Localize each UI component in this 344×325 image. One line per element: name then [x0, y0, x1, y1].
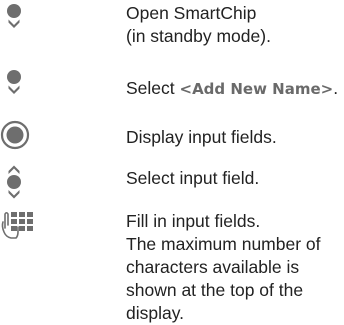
step-text-line: (in standby mode). — [126, 26, 271, 46]
centre-select-button-icon — [0, 118, 40, 152]
navigation-key-down-icon — [0, 66, 40, 100]
step-text-line: Select input field. — [126, 168, 260, 188]
softkey-add-new-name: <Add New Name> — [179, 80, 334, 98]
navigation-key-up-down-icon — [0, 162, 40, 199]
navigation-key-down-icon — [0, 0, 40, 34]
step-text-line: The maximum number of — [126, 234, 321, 254]
step-text-line: Display input fields. — [126, 127, 277, 147]
step-text-line: shown at the top of the — [126, 280, 304, 300]
step-text-line: Fill in input fields. — [126, 211, 261, 231]
step-text-prefix: Select — [126, 78, 180, 98]
keypad-hand-icon — [0, 208, 40, 242]
step-text-suffix: . — [333, 78, 339, 98]
step-text-line: Select <Add New Name>. — [126, 77, 342, 101]
step-text-line: characters available is — [126, 257, 300, 277]
step-text-line: Open SmartChip — [126, 3, 257, 23]
step-text-line: display. — [126, 303, 185, 323]
